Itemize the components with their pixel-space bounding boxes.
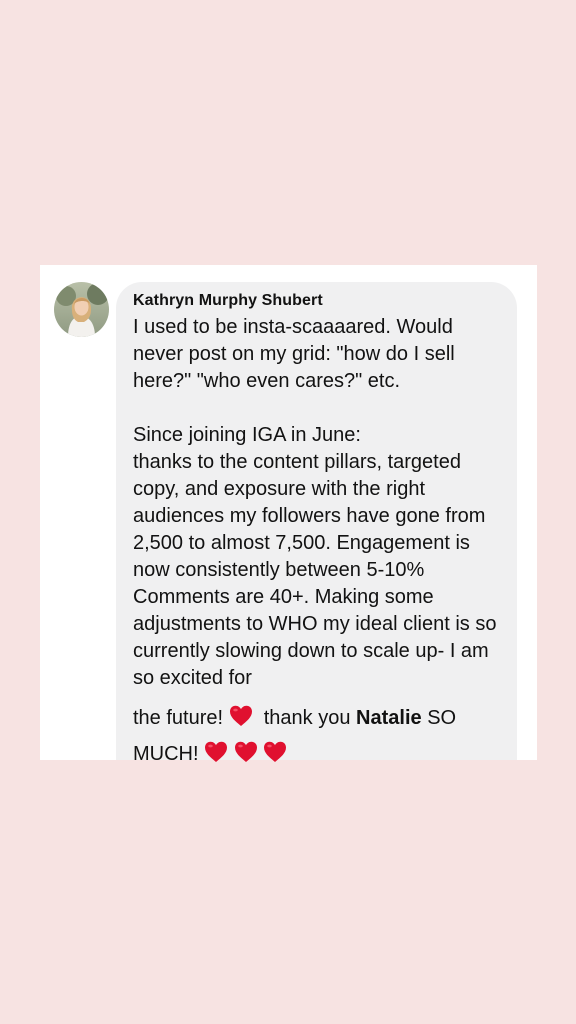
thanks-text: thank you [263, 707, 351, 729]
comment-paragraph: Since joining IGA in June: [133, 424, 361, 446]
comment-closing-line: the future! thank you Natalie SO MUCH! [133, 700, 505, 772]
closing-text: the future! [133, 707, 224, 729]
so-text: SO [427, 707, 457, 729]
avatar[interactable] [54, 282, 109, 337]
comment-card: Kathryn Murphy Shubert I used to be inst… [40, 265, 537, 765]
comment-paragraph: thanks to the content pillars, targeted … [133, 451, 497, 689]
comment-paragraph: I used to be insta-scaaaared. Would neve… [133, 316, 455, 392]
heart-icon [263, 741, 287, 763]
much-text: MUCH! [133, 743, 199, 765]
comment-author-name[interactable]: Kathryn Murphy Shubert [133, 292, 505, 310]
comment-body: I used to be insta-scaaaared. Would neve… [133, 314, 505, 772]
comment-bubble: Kathryn Murphy Shubert I used to be inst… [116, 282, 517, 765]
heart-icon [229, 705, 253, 727]
heart-icon [204, 741, 228, 763]
heart-icon [234, 741, 258, 763]
mention-link[interactable]: Natalie [356, 707, 422, 729]
